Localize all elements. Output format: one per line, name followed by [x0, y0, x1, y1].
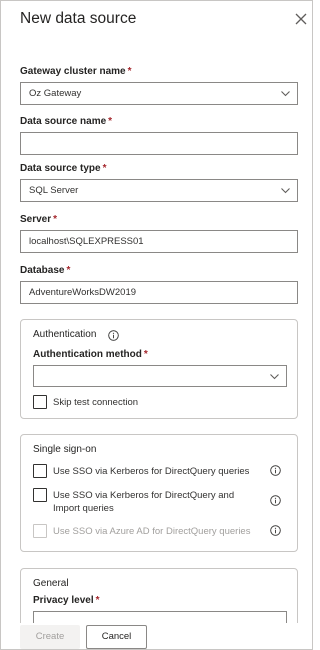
- chevron-down-icon: [280, 185, 291, 196]
- create-button[interactable]: Create: [20, 625, 80, 649]
- single-sign-on-heading: Single sign-on: [33, 444, 97, 455]
- required-mark: *: [108, 116, 113, 127]
- server-label: Server *: [20, 214, 58, 225]
- required-mark: *: [143, 349, 148, 360]
- info-icon[interactable]: [270, 495, 281, 506]
- new-data-source-dialog: New data source Gateway cluster name * Oz…: [0, 0, 313, 650]
- required-mark: *: [102, 163, 107, 174]
- database-value: AdventureWorksDW2019: [29, 287, 137, 298]
- sso-azure-ad-directquery-checkbox: [33, 524, 47, 538]
- general-heading: General: [33, 578, 69, 589]
- required-mark: *: [66, 265, 71, 276]
- authentication-method-dropdown[interactable]: [33, 365, 287, 387]
- required-mark: *: [127, 66, 132, 77]
- skip-test-connection-label: Skip test connection: [53, 397, 139, 408]
- skip-test-connection-checkbox[interactable]: [33, 395, 47, 409]
- data-source-name-label: Data source name *: [20, 116, 113, 127]
- server-value: localhost\SQLEXPRESS01: [29, 236, 144, 247]
- authentication-method-label: Authentication method *: [33, 349, 148, 360]
- chevron-down-icon: [280, 88, 291, 99]
- required-mark: *: [95, 595, 100, 606]
- sso-kerberos-directquery-label: Use SSO via Kerberos for DirectQuery que…: [53, 466, 250, 477]
- authentication-group: Authentication Authentication method * Sk…: [20, 319, 298, 419]
- info-icon[interactable]: [270, 525, 281, 536]
- data-source-type-label: Data source type *: [20, 163, 107, 174]
- privacy-level-label: Privacy level *: [33, 595, 100, 606]
- sso-kerberos-directquery-checkbox[interactable]: [33, 464, 47, 478]
- info-icon[interactable]: [270, 465, 281, 476]
- data-source-name-input[interactable]: [20, 132, 298, 155]
- data-source-type-value: SQL Server: [29, 185, 79, 196]
- database-label: Database *: [20, 265, 71, 276]
- gateway-cluster-label: Gateway cluster name *: [20, 66, 132, 77]
- gateway-cluster-value: Oz Gateway: [29, 88, 82, 99]
- data-source-type-dropdown[interactable]: SQL Server: [20, 179, 298, 202]
- sso-kerberos-directquery-import-label: Use SSO via Kerberos for DirectQuery and…: [53, 490, 235, 514]
- cancel-button[interactable]: Cancel: [86, 625, 147, 649]
- sso-azure-ad-directquery-label: Use SSO via Azure AD for DirectQuery que…: [53, 526, 251, 537]
- gateway-cluster-dropdown[interactable]: Oz Gateway: [20, 82, 298, 105]
- database-input[interactable]: AdventureWorksDW2019: [20, 281, 298, 304]
- info-icon[interactable]: [108, 330, 119, 341]
- required-mark: *: [53, 214, 58, 225]
- authentication-heading: Authentication: [33, 329, 97, 340]
- sso-kerberos-directquery-import-checkbox[interactable]: [33, 488, 47, 502]
- dialog-title: New data source: [20, 10, 137, 27]
- close-icon[interactable]: [293, 11, 309, 27]
- server-input[interactable]: localhost\SQLEXPRESS01: [20, 230, 298, 253]
- chevron-down-icon: [269, 371, 280, 382]
- single-sign-on-group: Single sign-on Use SSO via Kerberos for …: [20, 434, 298, 552]
